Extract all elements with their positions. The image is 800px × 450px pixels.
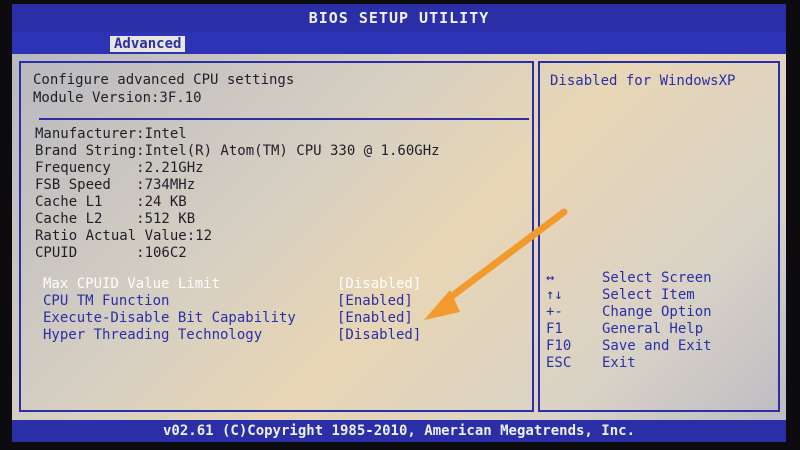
option-label: Max CPUID Value Limit (43, 276, 221, 292)
option-value[interactable]: [Disabled] (337, 327, 421, 343)
option-label: Hyper Threading Technology (43, 327, 263, 343)
bios-title: BIOS SETUP UTILITY (12, 4, 786, 32)
key-action-select-item: Select Item (602, 287, 695, 303)
key-up-down-icon: ↑↓ (546, 287, 563, 303)
info-fsb-speed: FSB Speed :734MHz (35, 177, 196, 193)
key-action-select-screen: Select Screen (602, 270, 712, 286)
info-cache-l1: Cache L1 :24 KB (35, 194, 187, 210)
option-label: CPU TM Function (43, 293, 170, 309)
key-left-right-icon: ↔ (546, 270, 555, 286)
tab-bar: Advanced (12, 32, 786, 54)
option-label: Execute-Disable Bit Capability (43, 310, 296, 326)
option-value[interactable]: [Disabled] (337, 276, 421, 292)
info-cache-l2: Cache L2 :512 KB (35, 211, 196, 227)
header-divider (39, 118, 529, 120)
help-text: Disabled for WindowsXP (550, 73, 736, 89)
info-cpuid: CPUID :106C2 (35, 245, 187, 261)
key-esc: ESC (546, 355, 572, 371)
key-action-change-option: Change Option (602, 304, 712, 320)
key-f10: F10 (546, 338, 572, 354)
key-f1: F1 (546, 321, 563, 337)
module-version: Module Version:3F.10 (33, 90, 202, 106)
option-value[interactable]: [Enabled] (337, 293, 413, 309)
key-plus-minus: +- (546, 304, 563, 320)
option-value[interactable]: [Enabled] (337, 310, 413, 326)
info-manufacturer: Manufacturer:Intel (35, 126, 187, 142)
panel-heading: Configure advanced CPU settings (33, 72, 295, 88)
copyright-footer: v02.61 (C)Copyright 1985-2010, American … (12, 420, 786, 442)
bios-screen: BIOS SETUP UTILITY Advanced Configure ad… (4, 2, 794, 446)
info-brand-string: Brand String:Intel(R) Atom(TM) CPU 330 @… (35, 143, 440, 159)
help-panel: Disabled for WindowsXP ↔ Select Screen ↑… (538, 61, 780, 412)
tab-advanced[interactable]: Advanced (110, 36, 186, 52)
info-frequency: Frequency :2.21GHz (35, 160, 204, 176)
main-frame: Configure advanced CPU settings Module V… (12, 54, 786, 420)
key-action-general-help: General Help (602, 321, 704, 337)
info-ratio: Ratio Actual Value:12 (35, 228, 213, 244)
key-action-exit: Exit (602, 355, 636, 371)
key-action-save-exit: Save and Exit (602, 338, 712, 354)
settings-panel: Configure advanced CPU settings Module V… (19, 61, 534, 412)
